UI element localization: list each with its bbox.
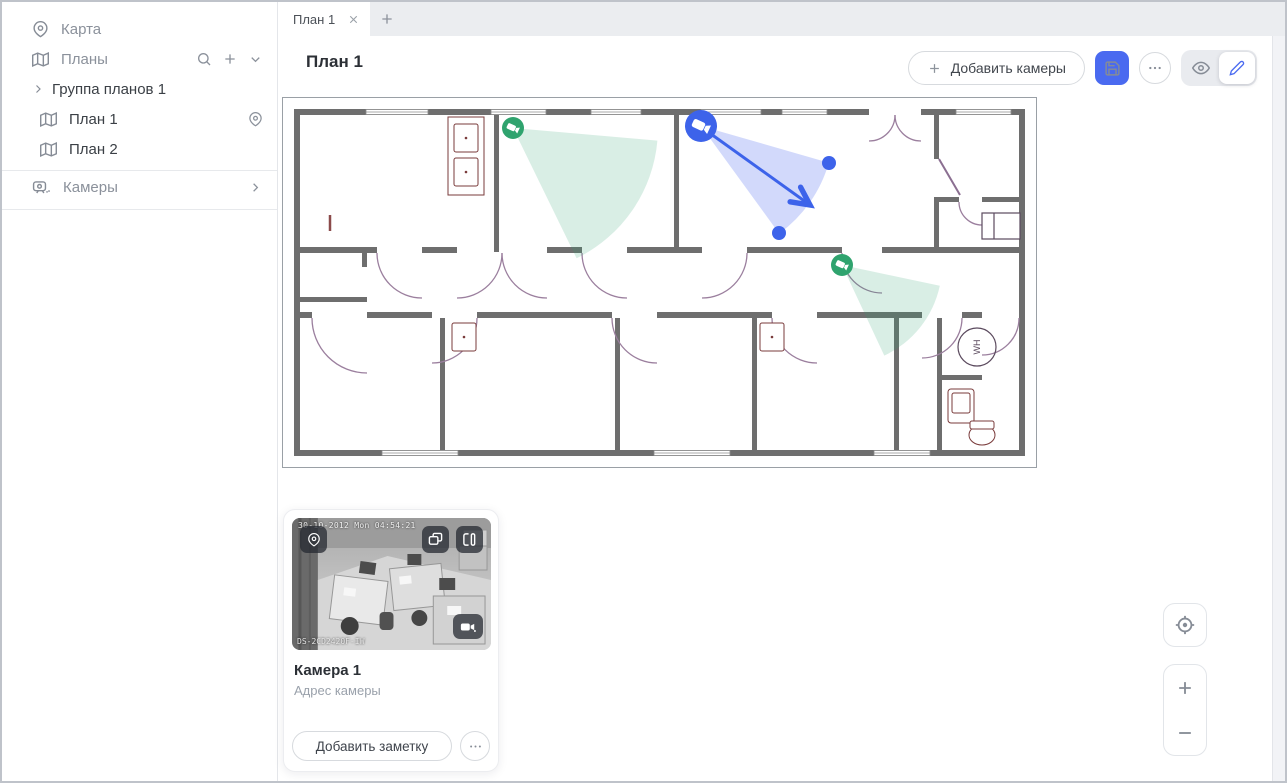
map-pin-icon [32, 21, 49, 38]
add-note-button[interactable]: Добавить заметку [292, 731, 452, 761]
open-stream-button[interactable] [422, 526, 449, 553]
chevron-down-icon[interactable] [248, 52, 263, 67]
sidebar-item-label: Камеры [63, 179, 118, 196]
pencil-icon [1229, 60, 1245, 76]
sidebar-item-plan2[interactable]: План 2 [2, 134, 277, 164]
floor-plan[interactable]: WH [282, 97, 1037, 468]
svg-text:WH: WH [972, 340, 982, 355]
sidebar-divider [2, 209, 277, 210]
edit-mode-button[interactable] [1219, 52, 1255, 84]
plus-icon [927, 61, 942, 76]
camera-address: Адрес камеры [294, 683, 381, 698]
chevron-right-icon [32, 83, 44, 95]
sidebar: Карта Планы Группа планов 1 [2, 2, 278, 781]
thumb-actions [422, 526, 483, 553]
chevron-right-icon [248, 180, 263, 195]
camera-thumbnail[interactable]: 30-10-2012 Mon 04:54:21 DS-2CD2420F-IW [292, 518, 491, 650]
floor-plan-svg: WH [282, 97, 1037, 468]
locate-camera-button[interactable] [300, 526, 327, 553]
sound-button[interactable] [456, 526, 483, 553]
app-window: Карта Планы Группа планов 1 [0, 0, 1287, 783]
plan-location-pin-icon [248, 112, 263, 127]
sound-icon [462, 532, 477, 547]
locate-button[interactable] [1163, 603, 1207, 647]
video-camera-icon [453, 614, 483, 639]
sidebar-item-label: Планы [61, 51, 108, 68]
tab-close-icon[interactable] [345, 11, 362, 28]
add-plan-icon[interactable] [222, 51, 238, 67]
sidebar-item-label: Карта [61, 21, 101, 38]
eye-icon [1192, 59, 1210, 77]
ellipsis-icon [1147, 60, 1163, 76]
more-options-button[interactable] [1139, 52, 1171, 84]
sidebar-item-label: План 2 [69, 141, 118, 158]
tab-strip: План 1 [278, 2, 1285, 36]
search-icon[interactable] [196, 51, 212, 67]
thumb-model: DS-2CD2420F-IW [297, 637, 364, 646]
zoom-in-button[interactable] [1164, 665, 1206, 710]
new-tab-button[interactable] [370, 2, 404, 36]
camera-card[interactable]: 30-10-2012 Mon 04:54:21 DS-2CD2420F-IW [283, 509, 499, 772]
save-icon [1104, 60, 1121, 77]
save-button[interactable] [1095, 51, 1129, 85]
main-area: План 1 План 1 Добавить камеры [278, 2, 1285, 781]
camera-more-button[interactable] [460, 731, 490, 761]
sidebar-item-plan-group[interactable]: Группа планов 1 [2, 74, 277, 104]
view-edit-toggle [1181, 50, 1257, 86]
screens-icon [428, 532, 443, 547]
map-pin-icon [307, 533, 321, 547]
tab-plan1[interactable]: План 1 [278, 2, 370, 36]
add-cameras-button[interactable]: Добавить камеры [908, 51, 1085, 85]
minus-icon [1175, 723, 1195, 743]
sidebar-item-plans[interactable]: Планы [2, 44, 277, 74]
plan-content: План 1 Добавить камеры [278, 36, 1285, 781]
tab-label: План 1 [293, 12, 345, 27]
camera-card-footer: Добавить заметку [292, 731, 490, 761]
scrollbar[interactable] [1272, 36, 1285, 781]
add-cameras-label: Добавить камеры [951, 60, 1066, 76]
crosshair-icon [1174, 614, 1196, 636]
camera-name: Камера 1 [294, 662, 361, 679]
cone-resize-handle[interactable] [822, 156, 836, 170]
header-actions: Добавить камеры [908, 50, 1257, 86]
sidebar-item-plan1[interactable]: План 1 [2, 104, 277, 134]
sidebar-item-cameras[interactable]: Камеры [2, 171, 277, 203]
sidebar-item-map[interactable]: Карта [2, 14, 277, 44]
video-camera-icon [32, 178, 51, 197]
sidebar-item-label: Группа планов 1 [52, 81, 166, 98]
map-icon [40, 141, 57, 158]
map-icon [32, 51, 49, 68]
zoom-controls [1163, 664, 1207, 756]
zoom-out-button[interactable] [1164, 710, 1206, 755]
plus-icon [1175, 678, 1195, 698]
ellipsis-icon [468, 739, 483, 754]
view-mode-button[interactable] [1183, 52, 1219, 84]
map-icon [40, 111, 57, 128]
cone-resize-handle[interactable] [772, 226, 786, 240]
page-title: План 1 [306, 52, 363, 72]
sidebar-item-label: План 1 [69, 111, 118, 128]
